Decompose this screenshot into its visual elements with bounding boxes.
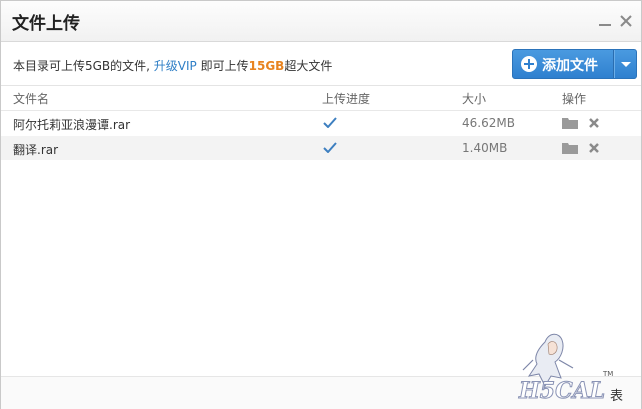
add-file-button[interactable]: 添加文件 bbox=[513, 50, 613, 78]
file-name: 阿尔托莉亚浪漫谭.rar bbox=[13, 118, 131, 132]
button-divider bbox=[613, 50, 614, 78]
watermark-logo-text: H5CAL bbox=[518, 378, 605, 404]
limit-prefix: 本目录可上传5GB的文件, bbox=[13, 59, 154, 73]
file-name: 翻译.rar bbox=[13, 143, 59, 157]
remove-icon[interactable] bbox=[588, 142, 600, 154]
add-file-label: 添加文件 bbox=[542, 58, 598, 74]
remove-icon[interactable] bbox=[588, 117, 600, 129]
header-size: 大小 bbox=[462, 92, 487, 106]
vip-quota: 15GB bbox=[248, 59, 285, 73]
close-button[interactable] bbox=[618, 13, 634, 29]
folder-icon[interactable] bbox=[562, 142, 578, 154]
add-file-button-group: 添加文件 bbox=[512, 49, 637, 79]
file-row: 阿尔托莉亚浪漫谭.rar 46.62MB bbox=[1, 111, 641, 135]
watermark-text: 表 bbox=[610, 389, 624, 404]
file-row: 翻译.rar 1.40MB bbox=[1, 136, 641, 160]
dialog-title: 文件上传 bbox=[12, 14, 80, 34]
header-progress: 上传进度 bbox=[322, 92, 371, 106]
header-action: 操作 bbox=[562, 92, 587, 106]
file-size: 1.40MB bbox=[462, 141, 508, 155]
minimize-button[interactable] bbox=[597, 13, 613, 29]
file-size: 46.62MB bbox=[462, 116, 515, 130]
header-file-name: 文件名 bbox=[13, 92, 50, 106]
limit-middle: 即可上传 bbox=[196, 59, 249, 73]
close-icon bbox=[620, 15, 632, 27]
title-bar: 文件上传 bbox=[1, 1, 641, 42]
svg-text:TM: TM bbox=[602, 370, 613, 378]
upload-limit-text: 本目录可上传5GB的文件, 升级VIP 即可上传15GB超大文件 bbox=[13, 57, 332, 74]
folder-icon[interactable] bbox=[562, 117, 578, 129]
limit-suffix: 超大文件 bbox=[284, 59, 333, 73]
file-table-header: 文件名 上传进度 大小 操作 bbox=[1, 86, 641, 111]
check-icon bbox=[323, 117, 337, 128]
add-file-dropdown-button[interactable] bbox=[615, 50, 636, 78]
plus-circle-icon bbox=[521, 56, 537, 72]
check-icon bbox=[323, 142, 337, 153]
upgrade-vip-link[interactable]: 升级VIP bbox=[154, 59, 197, 73]
